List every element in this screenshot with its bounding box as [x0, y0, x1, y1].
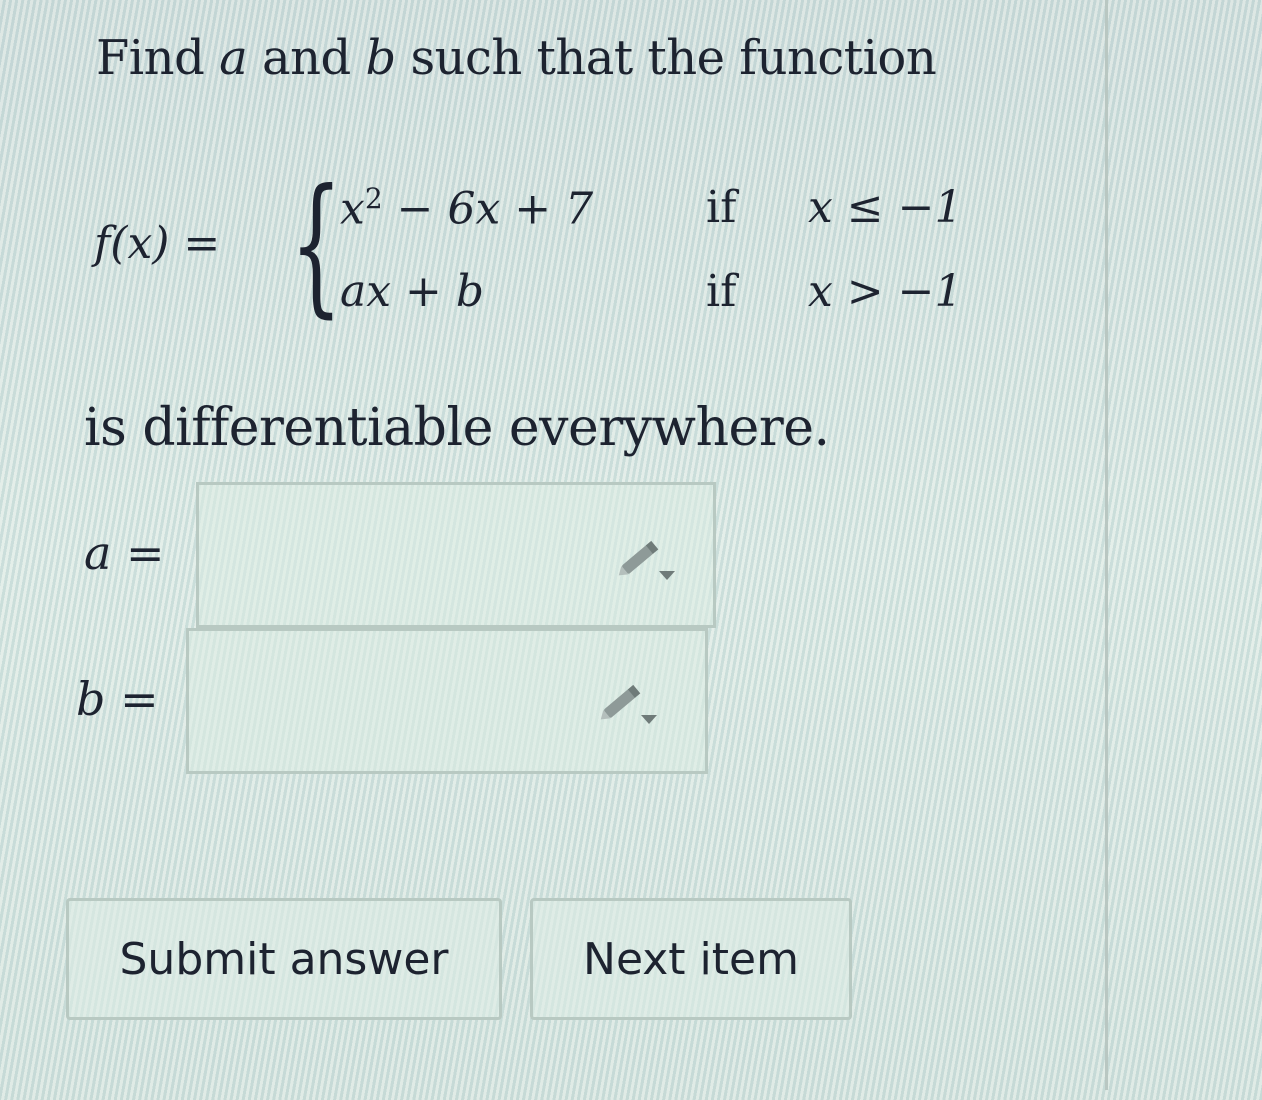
submit-answer-button[interactable]: Submit answer [66, 898, 502, 1020]
piecewise-brace: { [290, 158, 343, 332]
case-2-condition: x > −1 [808, 266, 963, 317]
intro-text-start: Find [96, 30, 220, 86]
intro-variable-a: a [219, 30, 248, 86]
answer-a-input[interactable] [196, 482, 716, 628]
case-1-base: x [340, 183, 365, 235]
pencil-dropdown-icon[interactable] [595, 677, 659, 729]
case-1-expression: x2 − 6x + 7 [340, 182, 593, 235]
case-1-exponent: 2 [364, 182, 383, 215]
question-intro: Find a and b such that the function [96, 30, 937, 86]
intro-variable-b: b [365, 30, 396, 86]
next-item-button[interactable]: Next item [530, 898, 852, 1020]
case-2-keyword: if [706, 266, 737, 317]
case-1-keyword: if [706, 182, 737, 233]
pencil-dropdown-icon[interactable] [613, 533, 677, 585]
function-name: f(x) = [94, 218, 221, 269]
answer-a-label: a = [84, 526, 165, 580]
intro-text-end: such that the function [395, 30, 937, 86]
intro-text-middle: and [247, 30, 366, 86]
case-1-rest: − 6x + 7 [382, 183, 594, 235]
case-2-expression: ax + b [340, 266, 485, 317]
answer-b-label: b = [76, 672, 159, 726]
question-conclusion: is differentiable everywhere. [84, 398, 830, 458]
case-1-condition: x ≤ −1 [808, 182, 963, 233]
answer-b-input[interactable] [186, 628, 708, 774]
